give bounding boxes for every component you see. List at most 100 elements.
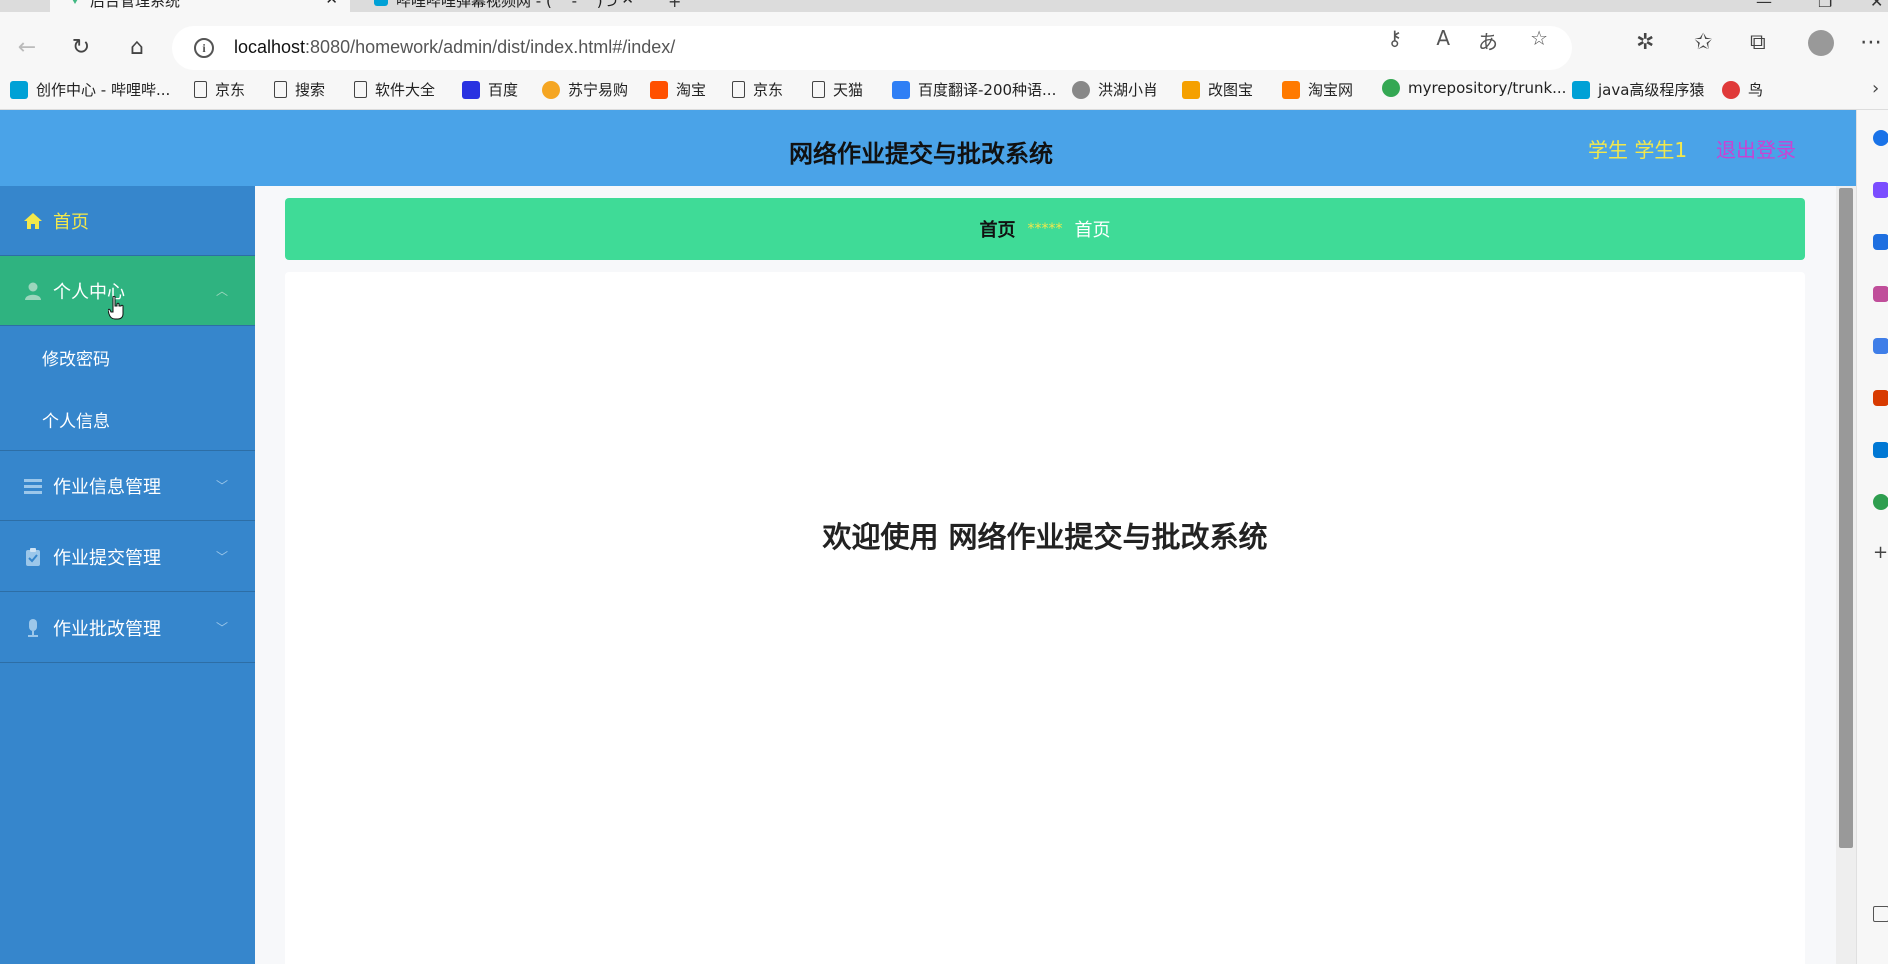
- office-icon[interactable]: [1873, 390, 1888, 406]
- doc-icon: [732, 81, 745, 98]
- bookmark-item[interactable]: 百度: [462, 79, 518, 100]
- copilot-icon[interactable]: [1873, 182, 1888, 198]
- bookmark-item[interactable]: 苏宁易购: [542, 79, 628, 100]
- minimize-icon[interactable]: —: [1756, 0, 1772, 11]
- extensions-icon[interactable]: ✲: [1636, 30, 1654, 55]
- welcome-panel: 欢迎使用 网络作业提交与批改系统: [285, 272, 1805, 964]
- sidebar-item-homework-grading[interactable]: 作业批改管理 ﹀: [0, 593, 255, 663]
- collections-icon[interactable]: ⧉: [1750, 30, 1766, 55]
- info-icon[interactable]: i: [194, 38, 214, 58]
- page-title: 网络作业提交与批改系统: [789, 140, 1053, 168]
- sidebar-subitem-personal-info[interactable]: 个人信息: [0, 388, 255, 451]
- bookmark-item[interactable]: 天猫: [812, 79, 863, 100]
- bookmark-item[interactable]: 鸟: [1722, 79, 1763, 100]
- bookmark-item[interactable]: 搜索: [274, 79, 325, 100]
- favorites-icon[interactable]: ✩: [1694, 30, 1712, 55]
- doc-icon: [354, 81, 367, 98]
- home-icon: [24, 212, 42, 229]
- breadcrumb: 首页 ***** 首页: [285, 198, 1805, 260]
- sidebar-item-label: 作业批改管理: [53, 618, 161, 640]
- maximize-icon[interactable]: ❐: [1818, 0, 1832, 11]
- tree-icon[interactable]: [1873, 494, 1888, 510]
- bookmark-item[interactable]: java高级程序猿: [1572, 79, 1704, 100]
- chevron-right-icon[interactable]: ›: [1872, 78, 1879, 99]
- bookmark-item[interactable]: 创作中心 - 哔哩哔...: [10, 79, 170, 100]
- close-icon[interactable]: ✕: [621, 0, 634, 8]
- bookmark-item[interactable]: 百度翻译-200种语...: [892, 79, 1056, 100]
- url-text[interactable]: localhost:8080/homework/admin/dist/index…: [234, 37, 675, 58]
- gaitubao-icon: [1182, 80, 1200, 99]
- main-content: 首页 ***** 首页 欢迎使用 网络作业提交与批改系统: [255, 186, 1838, 964]
- user-icon: [25, 282, 41, 300]
- current-user: 学生 学生1: [1588, 138, 1688, 162]
- toolbox-icon[interactable]: [1873, 286, 1888, 302]
- bookmark-item[interactable]: 京东: [732, 79, 783, 100]
- chrome-icon: [1382, 79, 1400, 97]
- sidebar-item-homework-info[interactable]: 作业信息管理 ﹀: [0, 451, 255, 521]
- home-icon[interactable]: ⌂: [122, 32, 152, 62]
- page-scrollbar[interactable]: [1836, 186, 1856, 964]
- back-arrow-icon[interactable]: ←: [12, 32, 42, 62]
- add-icon[interactable]: +: [1873, 544, 1888, 562]
- new-tab-icon[interactable]: +: [668, 0, 681, 11]
- people-icon[interactable]: [1873, 338, 1888, 354]
- doc-icon: [812, 81, 825, 98]
- microphone-icon: [28, 618, 38, 637]
- bookmark-item[interactable]: myrepository/trunk...: [1382, 79, 1566, 97]
- profile-avatar[interactable]: [1808, 30, 1834, 56]
- sidebar-item-personal-center[interactable]: 个人中心 ︿: [0, 256, 255, 326]
- clipboard-icon: [26, 547, 40, 566]
- bookmark-item[interactable]: 软件大全: [354, 79, 435, 100]
- close-icon[interactable]: ✕: [325, 0, 338, 8]
- app-header: 网络作业提交与批改系统 学生 学生1 退出登录: [0, 110, 1856, 186]
- breadcrumb-home[interactable]: 首页: [980, 216, 1016, 242]
- sidebar-subitem-change-password[interactable]: 修改密码: [0, 326, 255, 388]
- bilibili-icon: [374, 0, 388, 6]
- translate-icon[interactable]: あ: [1478, 26, 1498, 55]
- sidebar-item-label: 个人信息: [42, 411, 110, 432]
- bird-icon: [1072, 80, 1090, 99]
- bookmark-item[interactable]: 改图宝: [1182, 79, 1253, 100]
- edge-sidebar: +: [1856, 110, 1888, 964]
- hand-cursor-icon: [108, 296, 124, 320]
- outlook-icon[interactable]: [1873, 442, 1888, 458]
- taobao-icon: [1282, 80, 1300, 99]
- more-options-icon[interactable]: ⋯: [1860, 30, 1882, 55]
- read-aloud-icon[interactable]: A: [1436, 26, 1450, 50]
- refresh-icon[interactable]: ↻: [66, 32, 96, 62]
- chevron-down-icon: ﹀: [216, 479, 229, 493]
- browser-tab-inactive[interactable]: 哔哩哔哩弹幕视频网 - ( ゜- ゜)つ ✕: [356, 0, 646, 12]
- chevron-down-icon: ﹀: [216, 550, 229, 564]
- sidebar-item-home[interactable]: 首页: [0, 186, 255, 256]
- bookmark-item[interactable]: 淘宝: [650, 79, 706, 100]
- chevron-down-icon: ﹀: [216, 621, 229, 635]
- list-icon: [24, 478, 42, 494]
- scrollbar-thumb[interactable]: [1839, 188, 1853, 848]
- tab-title: 后台管理系统: [90, 0, 181, 10]
- bookmark-item[interactable]: 淘宝网: [1282, 79, 1353, 100]
- key-icon[interactable]: ⚷: [1387, 26, 1402, 50]
- suning-icon: [542, 80, 560, 99]
- sidebar-item-homework-submit[interactable]: 作业提交管理 ﹀: [0, 522, 255, 592]
- bookmark-item[interactable]: 洪湖小肖: [1072, 79, 1158, 100]
- bilibili-icon: [1572, 80, 1590, 99]
- browser-tab-active[interactable]: 后台管理系统 ✕: [50, 0, 350, 12]
- sidebar-item-label: 首页: [53, 211, 89, 233]
- address-bar[interactable]: i localhost:8080/homework/admin/dist/ind…: [172, 26, 1572, 70]
- swallow-icon: [1722, 80, 1740, 99]
- sidebar-collapse-icon[interactable]: [1873, 906, 1888, 922]
- taobao-icon: [650, 80, 668, 99]
- doc-icon: [194, 81, 207, 98]
- sidebar-item-label: 作业提交管理: [53, 547, 161, 569]
- tag-icon[interactable]: [1873, 234, 1888, 250]
- window-close-icon[interactable]: ✕: [1870, 0, 1883, 11]
- search-icon[interactable]: [1873, 130, 1888, 146]
- add-favorite-icon[interactable]: ☆: [1530, 26, 1548, 50]
- bilibili-icon: [10, 80, 28, 99]
- doc-icon: [274, 81, 287, 98]
- welcome-message: 欢迎使用 网络作业提交与批改系统: [822, 520, 1268, 554]
- bookmark-item[interactable]: 京东: [194, 79, 245, 100]
- bookmarks-bar: 创作中心 - 哔哩哔... 京东 搜索 软件大全 百度 苏宁易购 淘宝 京东 天…: [0, 72, 1888, 110]
- translate-icon: [892, 80, 910, 99]
- logout-link[interactable]: 退出登录: [1716, 134, 1796, 163]
